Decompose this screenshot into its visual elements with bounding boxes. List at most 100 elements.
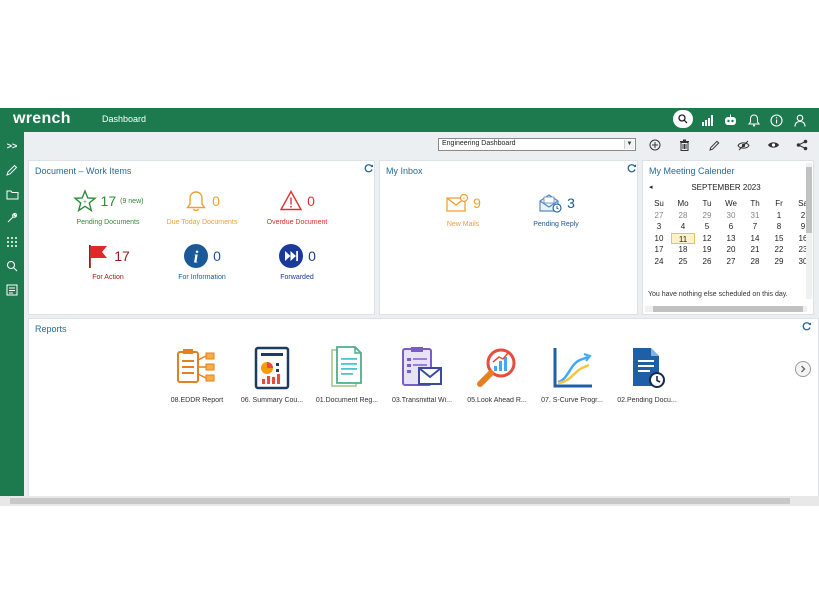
calendar-day[interactable]: 28 <box>671 210 695 222</box>
calendar-weekday: We <box>725 199 737 208</box>
scrollbar-thumb[interactable] <box>806 167 812 233</box>
report-item-document-register[interactable]: 01.Document Reg... <box>311 345 383 404</box>
for-information-label: For Information <box>178 274 226 281</box>
scrollbar-thumb[interactable] <box>653 306 803 312</box>
calendar-day[interactable]: 26 <box>695 256 719 268</box>
refresh-icon[interactable] <box>802 321 812 331</box>
overdue-label: Overdue Document <box>266 219 328 226</box>
calendar-weekday: Th <box>750 199 760 208</box>
refresh-icon[interactable] <box>627 163 637 173</box>
calendar-day[interactable]: 1 <box>767 210 791 222</box>
report-item-transmittal[interactable]: 03.Transmittal Wi... <box>386 345 458 404</box>
report-item-eddr[interactable]: 08.EDDR Report <box>161 345 233 404</box>
for-information-widget[interactable]: i 0 For Information <box>152 242 252 281</box>
refresh-icon[interactable] <box>364 163 374 173</box>
report-item-look-ahead[interactable]: 05.Look Ahead R... <box>461 345 533 404</box>
calendar-day[interactable]: 19 <box>695 244 719 256</box>
sidebar-item-edit[interactable] <box>4 162 20 178</box>
calendar-day[interactable]: 18 <box>671 244 695 256</box>
calendar-day[interactable]: 14 <box>743 233 767 245</box>
calendar-vertical-scrollbar[interactable] <box>806 163 812 299</box>
reports-panel: Reports 08.EDDR Report 06. Summary Cou..… <box>28 318 819 498</box>
scrollbar-thumb[interactable] <box>10 498 790 504</box>
calendar-day[interactable]: 25 <box>671 256 695 268</box>
calendar-day[interactable]: 3 <box>647 221 671 233</box>
svg-text:+: + <box>83 200 87 206</box>
forwarded-widget[interactable]: 0 Forwarded <box>247 242 347 281</box>
search-button[interactable] <box>673 110 693 128</box>
expand-icon[interactable]: >> <box>4 138 20 154</box>
trash-icon <box>679 139 689 151</box>
bot-button[interactable] <box>719 110 742 130</box>
sidebar-item-folder[interactable] <box>4 186 20 202</box>
overdue-widget[interactable]: 0 Overdue Document <box>247 187 347 226</box>
eddr-report-icon <box>177 349 215 383</box>
pencil-icon <box>6 164 18 176</box>
page-horizontal-scrollbar[interactable] <box>0 496 819 506</box>
pending-reply-widget[interactable]: 3 Pending Reply <box>506 189 606 228</box>
signal-button[interactable] <box>696 110 719 130</box>
calendar-day[interactable]: 22 <box>767 244 791 256</box>
calendar-day[interactable]: 4 <box>671 221 695 233</box>
look-ahead-icon <box>477 348 516 387</box>
calendar-day[interactable]: 7 <box>743 221 767 233</box>
info-button[interactable] <box>765 110 788 130</box>
report-item-s-curve[interactable]: 07. S-Curve Progr... <box>536 345 608 404</box>
calendar-day[interactable]: 27 <box>647 210 671 222</box>
add-widget-button[interactable] <box>647 137 663 153</box>
calendar-day[interactable]: 29 <box>695 210 719 222</box>
flag-icon <box>89 245 108 268</box>
calendar-day[interactable]: 8 <box>767 221 791 233</box>
calendar-month: SEPTEMBER 2023 <box>691 183 761 192</box>
calendar-day[interactable]: 21 <box>743 244 767 256</box>
chevron-right-icon <box>801 365 806 373</box>
calendar-day[interactable]: 5 <box>695 221 719 233</box>
dashboard-select[interactable]: Engineering Dashboard ▼ <box>438 138 636 151</box>
report-item-summary[interactable]: 06. Summary Cou... <box>236 345 308 404</box>
calendar-day[interactable]: 30 <box>719 210 743 222</box>
calendar-day[interactable]: 28 <box>743 256 767 268</box>
prev-month-button[interactable]: ◂ <box>649 183 653 191</box>
calendar-day[interactable]: 15 <box>767 233 791 245</box>
calendar-day[interactable]: 31 <box>743 210 767 222</box>
next-reports-button[interactable] <box>795 361 811 377</box>
calendar-day[interactable]: 17 <box>647 244 671 256</box>
sidebar-item-search[interactable] <box>4 258 20 274</box>
for-action-count: 17 <box>114 248 130 264</box>
calendar-day[interactable]: 12 <box>695 233 719 245</box>
user-button[interactable] <box>788 110 811 130</box>
edit-button[interactable] <box>706 137 722 153</box>
svg-text:+: + <box>463 196 466 202</box>
calendar-day[interactable]: 24 <box>647 256 671 268</box>
sidebar-item-reports[interactable] <box>4 282 20 298</box>
calendar-day[interactable]: 11 <box>671 232 695 244</box>
inbox-title: My Inbox <box>386 166 423 176</box>
app-logo[interactable]: wrench <box>13 110 71 128</box>
inbox-panel: My Inbox + 9 New Mails 3 Pending Reply <box>379 160 638 315</box>
delete-button[interactable] <box>676 137 692 153</box>
calendar-day[interactable]: 6 <box>719 221 743 233</box>
report-item-pending-document[interactable]: 02.Pending Docu... <box>611 345 683 404</box>
for-action-widget[interactable]: 17 For Action <box>58 242 158 281</box>
bell-icon <box>186 191 206 212</box>
sidebar-item-tools[interactable] <box>4 210 20 226</box>
pending-documents-label: Pending Documents <box>76 219 140 226</box>
due-today-label: Due Today Documents <box>166 219 238 226</box>
pending-reply-count: 3 <box>567 195 575 211</box>
info-icon: i <box>184 244 209 268</box>
pending-documents-widget[interactable]: + 17 (9 new) Pending Documents <box>58 187 158 226</box>
calendar-day[interactable]: 20 <box>719 244 743 256</box>
hide-button[interactable] <box>735 137 751 153</box>
share-button[interactable] <box>794 137 810 153</box>
calendar-day[interactable]: 27 <box>719 256 743 268</box>
notifications-button[interactable] <box>742 110 765 130</box>
sidebar-item-apps[interactable] <box>4 234 20 250</box>
calendar-day[interactable]: 29 <box>767 256 791 268</box>
calendar-day[interactable]: 13 <box>719 233 743 245</box>
transmittal-icon <box>402 347 442 386</box>
calendar-day[interactable]: 10 <box>647 233 671 245</box>
new-mails-widget[interactable]: + 9 New Mails <box>413 189 513 228</box>
view-button[interactable] <box>765 137 781 153</box>
calendar-horizontal-scrollbar[interactable] <box>645 306 807 312</box>
due-today-widget[interactable]: 0 Due Today Documents <box>152 187 252 226</box>
